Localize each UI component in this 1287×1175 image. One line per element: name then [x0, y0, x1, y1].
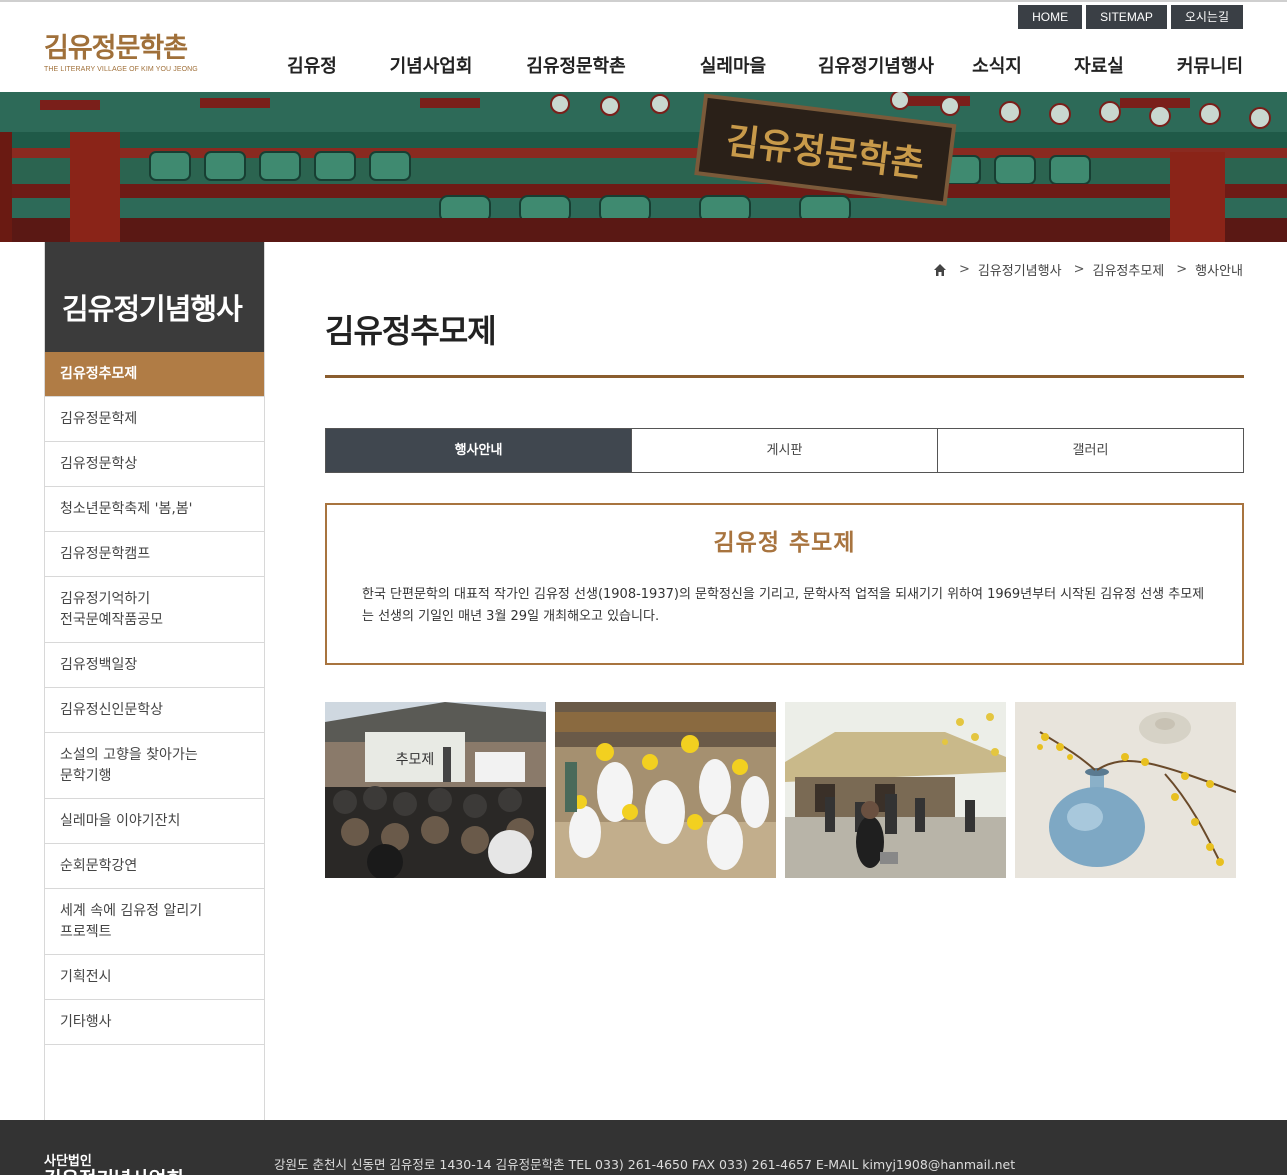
tab-gallery[interactable]: 갤러리 — [937, 429, 1243, 472]
chevron-right-icon: > — [958, 262, 970, 277]
breadcrumb-item[interactable]: 김유정추모제 — [1092, 260, 1164, 279]
gnb-item-memorial-society[interactable]: 기념사업회 — [390, 52, 473, 78]
gnb-item-kimyoujeong[interactable]: 김유정 — [287, 52, 337, 78]
side-nav-item[interactable]: 기획전시 — [45, 955, 264, 1000]
home-icon[interactable] — [933, 263, 947, 277]
side-nav-item[interactable]: 소설의 고향을 찾아가는 문학기행 — [45, 733, 264, 799]
breadcrumb-item[interactable]: 김유정기념행사 — [978, 260, 1062, 279]
side-nav-title: 김유정기념행사 — [45, 242, 264, 352]
side-nav-item[interactable]: 김유정신인문학상 — [45, 688, 264, 733]
gnb-item-newsletter[interactable]: 소식지 — [972, 52, 1022, 78]
intro-heading: 김유정 추모제 — [713, 530, 856, 556]
intro-box: 김유정 추모제 한국 단편문학의 대표적 작가인 김유정 선생(1908-193… — [325, 503, 1244, 665]
gnb-item-community[interactable]: 커뮤니티 — [1177, 52, 1243, 78]
chevron-right-icon: > — [1073, 262, 1085, 277]
side-nav-item[interactable]: 김유정추모제 — [45, 352, 264, 397]
photo-strip: 추모제 — [325, 702, 1236, 878]
side-nav-item[interactable]: 김유정문학캠프 — [45, 532, 264, 577]
photo-vase-forsythia — [1015, 702, 1236, 878]
side-nav: 김유정기념행사 김유정추모제 김유정문학제 김유정문학상 청소년문학축제 '봄,봄' 김… — [44, 242, 265, 1120]
gnb-item-archive[interactable]: 자료실 — [1074, 52, 1124, 78]
breadcrumb: > 김유정기념행사 > 김유정추모제 > 행사안내 — [933, 260, 1243, 279]
side-nav-item[interactable]: 세계 속에 김유정 알리기 프로젝트 — [45, 889, 264, 955]
gnb-item-sille-village[interactable]: 실레마을 — [700, 52, 766, 78]
side-nav-item[interactable]: 김유정백일장 — [45, 643, 264, 688]
main-nav: 김유정 기념사업회 김유정문학촌 실레마을 김유정기념행사 소식지 자료실 커뮤… — [0, 52, 1287, 78]
content-tabs: 행사안내 게시판 갤러리 — [325, 428, 1244, 473]
gnb-item-memorial-events[interactable]: 김유정기념행사 — [818, 52, 934, 78]
photo-visitors-thatched-house — [785, 702, 1006, 878]
footer-address: 강원도 춘천시 신동면 김유정로 1430-14 김유정문학촌 TEL 033)… — [274, 1157, 1016, 1172]
gnb-item-literary-village[interactable]: 김유정문학촌 — [526, 52, 625, 78]
photo-sign-text: 추모제 — [396, 752, 435, 768]
tab-board[interactable]: 게시판 — [631, 429, 937, 472]
header-banner-image: 김유정문학촌 — [0, 92, 1287, 242]
tab-event-info[interactable]: 행사안내 — [326, 429, 631, 472]
utility-nav: HOME SITEMAP 오시는길 — [1018, 5, 1243, 29]
side-nav-item[interactable]: 청소년문학축제 '봄,봄' — [45, 487, 264, 532]
side-nav-item[interactable]: 기타행사 — [45, 1000, 264, 1045]
chevron-right-icon: > — [1176, 262, 1188, 277]
title-divider — [325, 375, 1244, 378]
photo-traditional-dance — [555, 702, 776, 878]
top-border-line — [0, 0, 1287, 2]
side-nav-item[interactable]: 실레마을 이야기잔치 — [45, 799, 264, 844]
home-link[interactable]: HOME — [1018, 5, 1083, 29]
breadcrumb-item-current[interactable]: 행사안내 — [1195, 260, 1243, 279]
side-nav-list: 김유정추모제 김유정문학제 김유정문학상 청소년문학축제 '봄,봄' 김유정문학캠프 김유… — [45, 352, 264, 1045]
sitemap-link[interactable]: SITEMAP — [1086, 5, 1167, 29]
site-footer: 사단법인 김유정기념사업회 강원도 춘천시 신동면 김유정로 1430-14 김… — [0, 1120, 1287, 1175]
side-nav-item[interactable]: 순회문학강연 — [45, 844, 264, 889]
intro-body: 한국 단편문학의 대표적 작가인 김유정 선생(1908-1937)의 문학정신… — [362, 587, 1205, 624]
side-nav-item[interactable]: 김유정문학상 — [45, 442, 264, 487]
page-title: 김유정추모제 — [325, 312, 497, 350]
photo-memorial-ceremony: 추모제 — [325, 702, 546, 878]
side-nav-item[interactable]: 김유정기억하기 전국문예작품공모 — [45, 577, 264, 643]
side-nav-item[interactable]: 김유정문학제 — [45, 397, 264, 442]
footer-org-name: 김유정기념사업회 — [44, 1164, 184, 1175]
directions-link[interactable]: 오시는길 — [1170, 5, 1243, 29]
